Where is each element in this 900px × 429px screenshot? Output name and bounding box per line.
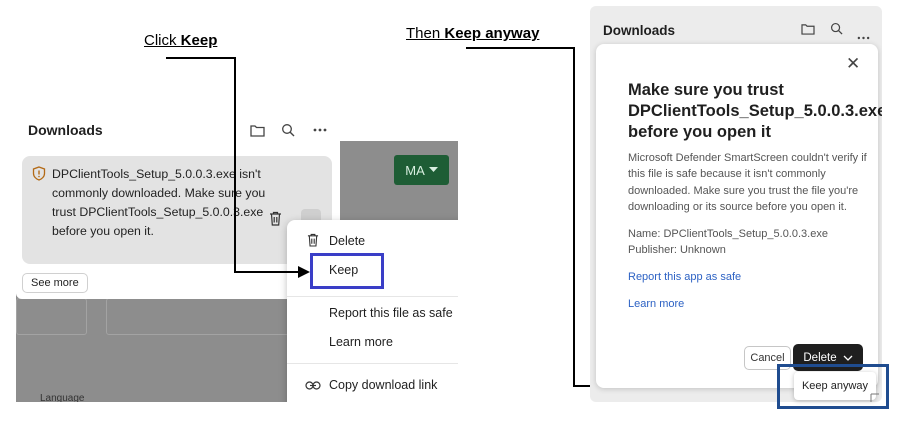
search-icon[interactable] <box>830 22 843 40</box>
see-more-button[interactable]: See more <box>22 273 88 293</box>
file-name-line: Name: DPClientTools_Setup_5.0.0.3.exe <box>628 228 828 240</box>
chevron-down-icon <box>843 355 853 361</box>
warning-message: DPClientTools_Setup_5.0.0.3.exe isn't co… <box>52 167 266 238</box>
connector-line <box>234 271 302 273</box>
connector-line <box>166 57 236 59</box>
menu-separator <box>287 296 458 297</box>
folder-icon[interactable] <box>801 22 815 40</box>
dialog-heading: Make sure you trust DPClientTools_Setup_… <box>628 81 882 141</box>
cursor-corner-icon <box>870 393 879 402</box>
menu-item-report[interactable]: Report this file as safe <box>329 306 453 320</box>
context-menu: Delete Keep Report this file as safe Lea… <box>287 220 458 402</box>
step2-label: Then Keep anyway <box>406 25 540 42</box>
menu-separator <box>287 363 458 364</box>
left-screenshot: Language MA Downloads DPClientTools_Setu… <box>16 113 458 402</box>
delete-button-label: Delete <box>803 351 837 364</box>
form-field <box>106 298 306 335</box>
connector-line <box>234 57 236 272</box>
close-icon[interactable]: ✕ <box>846 54 860 74</box>
publisher-line: Publisher: Unknown <box>628 244 726 256</box>
form-field <box>16 298 87 335</box>
smartscreen-dialog: ✕ Make sure you trust DPClientTools_Setu… <box>596 44 882 388</box>
ma-button[interactable]: MA <box>394 155 449 185</box>
warning-icon <box>32 166 46 181</box>
right-screenshot: Downloads ✕ Make sure you trust DPClient… <box>590 6 882 402</box>
caret-down-icon <box>428 167 438 172</box>
report-app-link[interactable]: Report this app as safe <box>628 271 741 283</box>
folder-icon[interactable] <box>248 121 266 139</box>
ma-button-label: MA <box>405 162 425 178</box>
downloads-title: Downloads <box>603 23 676 38</box>
connector-line <box>573 47 575 387</box>
step1-label: Click Keep <box>144 32 218 49</box>
trash-icon <box>307 233 319 252</box>
menu-item-delete[interactable]: Delete <box>329 234 365 248</box>
menu-item-copy-link[interactable]: Copy download link <box>329 378 437 392</box>
more-icon[interactable] <box>311 121 329 139</box>
trash-icon[interactable] <box>269 211 282 231</box>
learn-more-link[interactable]: Learn more <box>628 298 684 310</box>
menu-item-learn-more[interactable]: Learn more <box>329 335 393 349</box>
connector-line <box>466 47 575 49</box>
search-icon[interactable] <box>279 121 297 139</box>
more-icon[interactable] <box>857 27 870 45</box>
link-icon <box>305 377 321 395</box>
dialog-body: Microsoft Defender SmartScreen couldn't … <box>628 152 867 214</box>
menu-item-keep[interactable]: Keep <box>329 263 358 277</box>
downloads-title: Downloads <box>28 122 103 138</box>
arrow-head <box>298 266 310 278</box>
download-warning-item[interactable]: DPClientTools_Setup_5.0.0.3.exe isn't co… <box>22 156 332 264</box>
language-label: Language <box>40 393 85 402</box>
